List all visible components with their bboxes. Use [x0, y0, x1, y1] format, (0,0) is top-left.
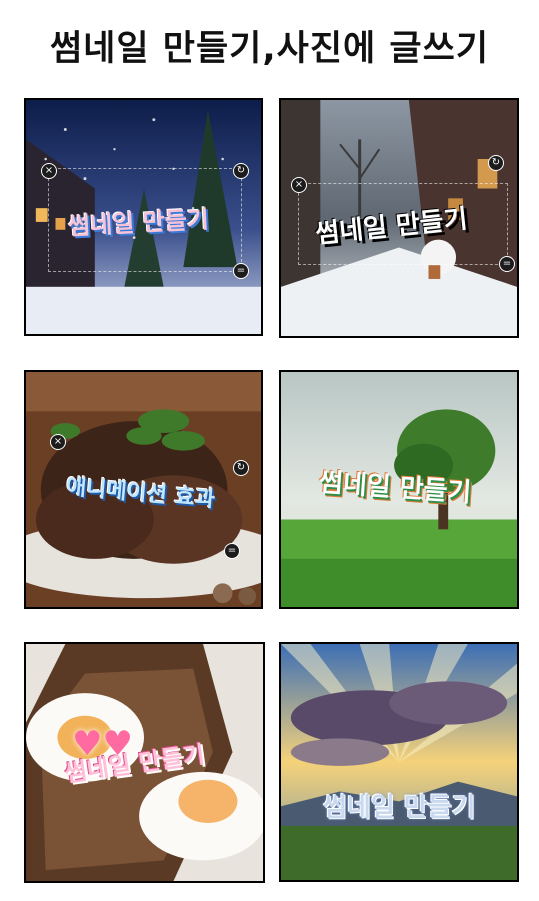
thumbnail-image-6: [281, 644, 517, 880]
thumbnail-tile-6[interactable]: 썸네일 만들기: [279, 642, 519, 882]
thumbnail-caption[interactable]: 썸네일 만들기: [323, 787, 476, 824]
close-icon[interactable]: ×: [41, 163, 57, 179]
thumbnail-tile-1[interactable]: × ↻ = 썸네일 만들기: [24, 98, 263, 336]
thumbnail-tile-5[interactable]: ♥♥ 썸네일 만들기: [24, 642, 265, 883]
resize-icon[interactable]: =: [224, 543, 240, 559]
rotate-icon[interactable]: ↻: [488, 155, 504, 171]
resize-icon[interactable]: =: [233, 263, 249, 279]
thumbnail-tile-2[interactable]: × ↻ = 썸네일 만들기: [279, 98, 519, 338]
close-icon[interactable]: ×: [50, 434, 66, 450]
rotate-icon[interactable]: ↻: [233, 163, 249, 179]
resize-icon[interactable]: =: [499, 256, 515, 272]
thumbnail-tile-3[interactable]: × ↻ = 애니메이션 효과: [24, 370, 263, 609]
close-icon[interactable]: ×: [291, 177, 307, 193]
page-title: 썸네일 만들기,사진에 글쓰기: [49, 29, 490, 69]
thumbnail-caption[interactable]: 썸네일 만들기: [67, 199, 209, 241]
rotate-icon[interactable]: ↻: [233, 460, 249, 476]
thumbnail-tile-4[interactable]: 썸네일 만들기: [279, 370, 519, 609]
